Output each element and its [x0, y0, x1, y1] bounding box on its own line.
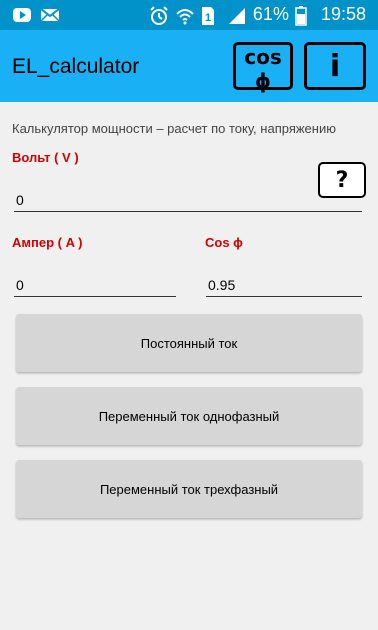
- mail-icon: [40, 6, 60, 24]
- system-tray: 1 61% 19:58: [149, 4, 366, 26]
- description-text: Калькулятор мощности – расчет по току, н…: [12, 121, 336, 136]
- voltage-input[interactable]: [14, 188, 362, 212]
- battery-icon: [295, 5, 315, 26]
- clock: 19:58: [320, 4, 366, 24]
- cos-phi-input[interactable]: [206, 273, 362, 297]
- sim-icon: 1: [201, 6, 221, 25]
- ac-three-phase-button[interactable]: Переменный ток трехфазный: [16, 460, 362, 518]
- battery-percent: 61%: [252, 4, 289, 24]
- current-input[interactable]: [14, 273, 176, 297]
- wifi-icon: [175, 6, 195, 24]
- cos-phi-button[interactable]: cos ϕ: [233, 42, 293, 93]
- signal-icon: [227, 6, 247, 24]
- current-label: Ампер ( A ): [12, 235, 83, 250]
- alarm-icon: [149, 5, 169, 25]
- notification-icons: [12, 6, 60, 24]
- app-title: EL_calculator: [12, 55, 140, 78]
- ac-single-phase-button[interactable]: Переменный ток однофазный: [16, 387, 362, 445]
- youtube-icon: [12, 6, 32, 24]
- info-button[interactable]: i: [304, 42, 366, 90]
- dc-button[interactable]: Постоянный ток: [16, 314, 362, 372]
- cos-phi-label: Cos ϕ: [205, 235, 243, 250]
- voltage-label: Вольт ( V ): [12, 150, 79, 165]
- app-bar: EL_calculator cos ϕ i: [0, 30, 378, 102]
- status-bar: 1 61% 19:58: [0, 0, 378, 30]
- svg-text:1: 1: [205, 12, 211, 24]
